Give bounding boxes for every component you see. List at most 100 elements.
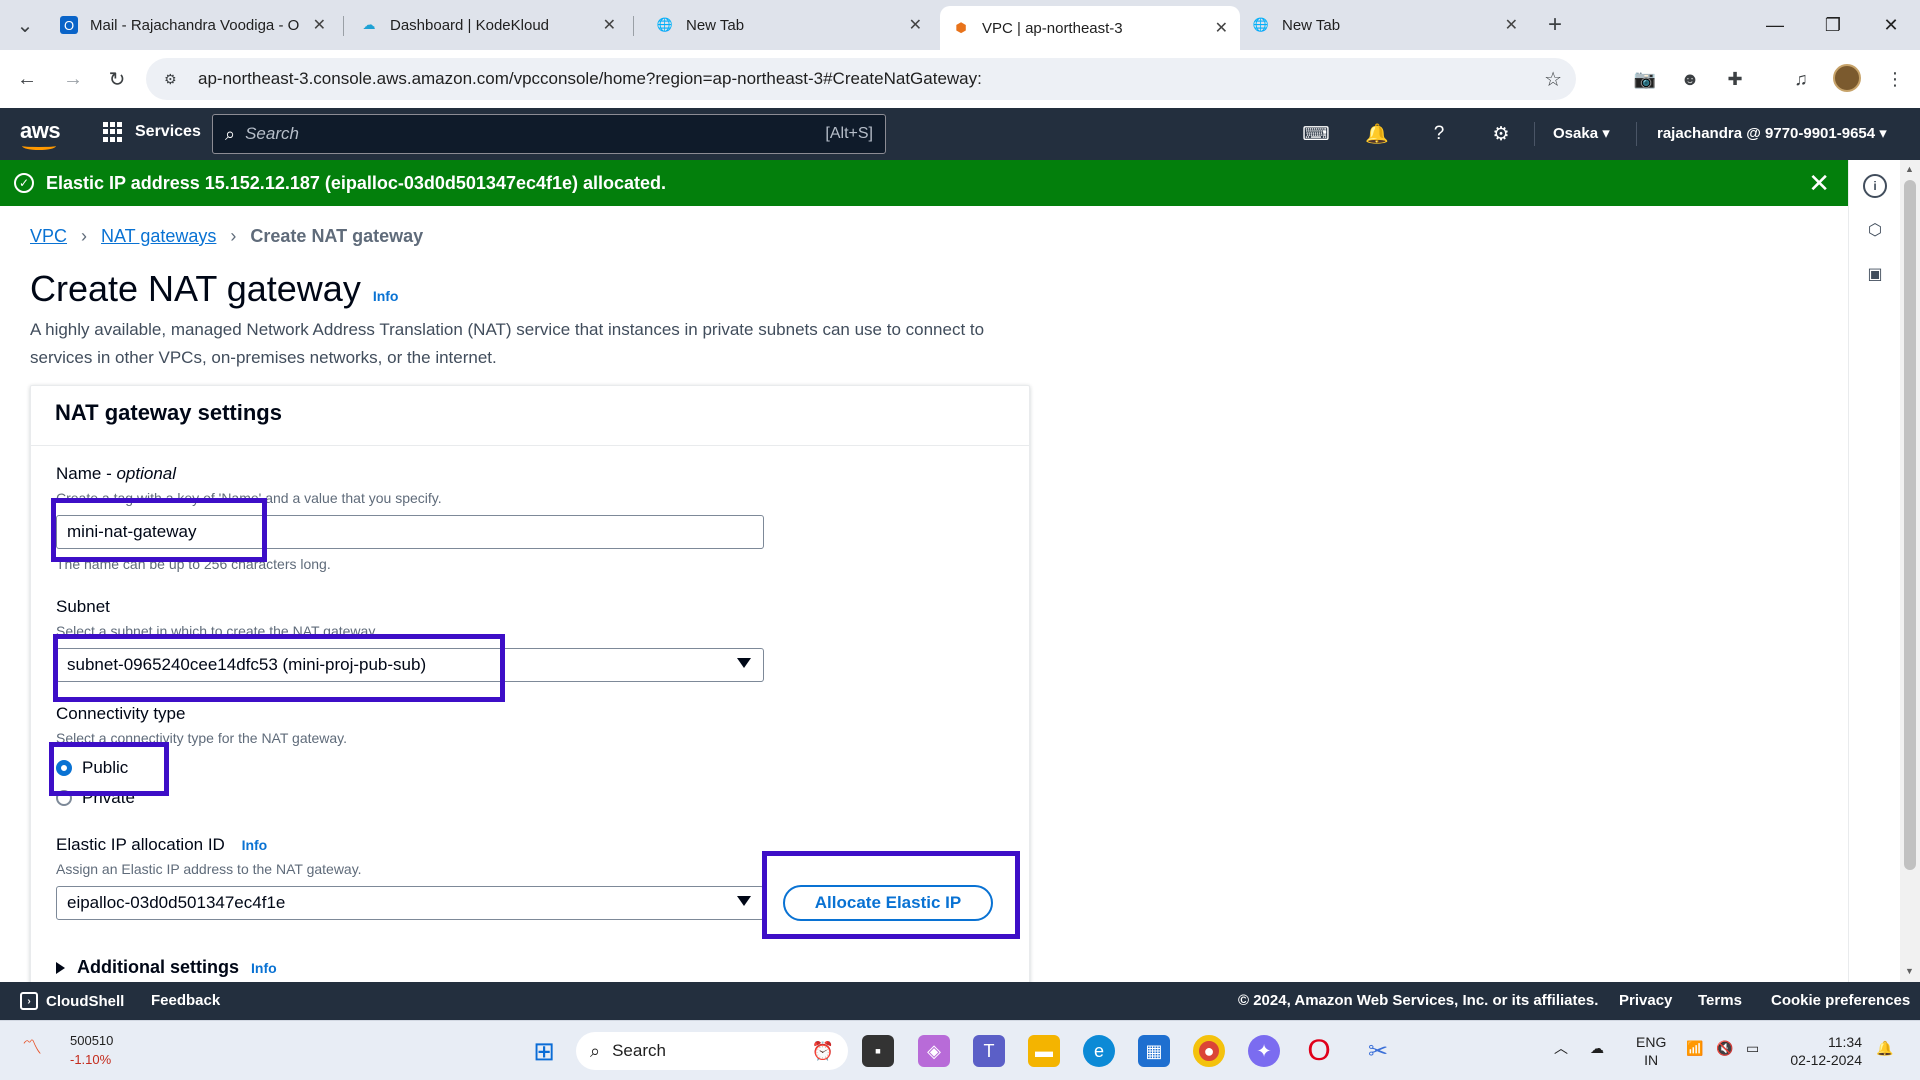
browser-tab-newtab-2[interactable]: 🌐 New Tab ✕ <box>1240 8 1530 42</box>
account-menu[interactable]: rajachandra @ 9770-9901-9654 ▾ <box>1657 124 1887 142</box>
breadcrumb-current: Create NAT gateway <box>250 226 424 246</box>
caret-down-icon <box>737 658 751 668</box>
menu-icon[interactable]: ⋮ <box>1880 64 1910 94</box>
feedback-link[interactable]: Feedback <box>151 992 220 1009</box>
tab-search-button[interactable]: ⌄ <box>10 10 40 40</box>
copyright-text: © 2024, Amazon Web Services, Inc. or its… <box>1238 992 1599 1009</box>
taskbar-search[interactable]: ⌕ Search ⏰ <box>576 1032 848 1070</box>
breadcrumb-vpc-link[interactable]: VPC <box>30 226 67 247</box>
page-scrollbar[interactable]: ▲ ▼ <box>1900 160 1920 982</box>
clock[interactable]: 11:34 02-12-2024 <box>1786 1033 1862 1069</box>
nav-divider <box>1636 122 1637 146</box>
caret-right-icon <box>56 961 65 974</box>
copilot-icon[interactable]: ◈ <box>918 1035 950 1067</box>
close-tab-icon[interactable]: ✕ <box>603 15 616 35</box>
right-utility-rail: i ⬡ ▣ <box>1848 160 1900 982</box>
eip-info-link[interactable]: Info <box>242 837 268 853</box>
feedback-panel-icon[interactable]: ▣ <box>1863 262 1887 286</box>
camera-icon[interactable]: 📷 <box>1630 64 1660 94</box>
media-controls-icon[interactable]: ♫ <box>1786 64 1816 94</box>
page-info-link[interactable]: Info <box>373 288 399 304</box>
terms-link[interactable]: Terms <box>1698 992 1742 1009</box>
notifications-bell-icon[interactable]: 🔔 <box>1363 120 1391 148</box>
outlook-icon: O <box>60 16 78 34</box>
additional-info-link[interactable]: Info <box>251 960 277 976</box>
bookmark-star-icon[interactable]: ☆ <box>1544 67 1562 92</box>
show-hidden-icons-icon[interactable]: ︿ <box>1554 1039 1568 1057</box>
breadcrumb: VPC › NAT gateways › Create NAT gateway <box>30 226 423 247</box>
browser-tab-mail[interactable]: O Mail - Rajachandra Voodiga - O ✕ <box>48 8 338 42</box>
task-view-icon[interactable]: ▪ <box>862 1035 894 1067</box>
scroll-down-icon[interactable]: ▼ <box>1905 966 1914 976</box>
highlight-box-subnet <box>53 634 505 702</box>
cookie-preferences-link[interactable]: Cookie preferences <box>1771 992 1910 1009</box>
breadcrumb-nat-gateways-link[interactable]: NAT gateways <box>101 226 216 247</box>
copilot-app-icon[interactable]: ✦ <box>1248 1035 1280 1067</box>
privacy-link[interactable]: Privacy <box>1619 992 1672 1009</box>
region-selector[interactable]: Osaka ▾ <box>1553 124 1610 142</box>
windows-taskbar: 〽 500510 -1.10% ⊞ ⌕ Search ⏰ ▪ ◈ T ▬ e ▦… <box>0 1020 1920 1080</box>
aws-smile-icon <box>22 142 56 150</box>
browser-tab-newtab[interactable]: 🌐 New Tab ✕ <box>644 8 934 42</box>
opera-icon[interactable]: O <box>1303 1034 1335 1067</box>
reload-icon[interactable]: ↻ <box>102 64 132 94</box>
battery-icon[interactable]: ▭ <box>1746 1039 1759 1057</box>
forward-icon[interactable]: → <box>58 64 88 94</box>
stock-widget[interactable]: 〽 500510 -1.10% <box>22 1031 113 1069</box>
cloudshell-button[interactable]: › CloudShell <box>20 992 124 1010</box>
file-explorer-icon[interactable]: ▬ <box>1028 1035 1060 1067</box>
stock-chart-icon: 〽 <box>22 1037 42 1059</box>
close-tab-icon[interactable]: ✕ <box>1505 15 1518 35</box>
caret-down-icon <box>737 896 751 906</box>
aws-logo[interactable]: aws <box>20 118 61 150</box>
additional-settings-expander[interactable]: Additional settings Info <box>56 957 277 978</box>
snipping-tool-icon[interactable]: ✂ <box>1362 1035 1394 1067</box>
address-bar[interactable]: ⚙ ap-northeast-3.console.aws.amazon.com/… <box>146 58 1576 100</box>
notifications-icon[interactable]: 🔔 <box>1876 1039 1893 1057</box>
grid-icon <box>103 122 123 142</box>
extensions-icon[interactable]: ✚ <box>1720 64 1750 94</box>
speaker-muted-icon[interactable]: 🔇 <box>1716 1039 1733 1057</box>
wifi-icon[interactable]: 📶 <box>1686 1039 1703 1057</box>
language-indicator[interactable]: ENG IN <box>1636 1033 1666 1069</box>
microsoft-store-icon[interactable]: ▦ <box>1138 1035 1170 1067</box>
teams-icon[interactable]: T <box>973 1035 1005 1067</box>
minimize-icon[interactable]: — <box>1746 0 1804 50</box>
profile-avatar[interactable] <box>1833 64 1861 92</box>
browser-tab-vpc[interactable]: ⬢ VPC | ap-northeast-3 ✕ <box>940 6 1240 50</box>
windows-start-icon[interactable]: ⊞ <box>528 1035 560 1067</box>
window-controls: — ❐ ✕ <box>1746 0 1920 50</box>
edge-icon[interactable]: e <box>1083 1035 1115 1067</box>
site-info-icon[interactable]: ⚙ <box>164 71 184 88</box>
extension-face-icon[interactable]: ☻ <box>1675 64 1705 94</box>
browser-tab-kodekloud[interactable]: ☁ Dashboard | KodeKloud ✕ <box>348 8 628 42</box>
new-tab-button[interactable]: + <box>1540 10 1570 40</box>
eip-select[interactable]: eipalloc-03d0d501347ec4f1e <box>56 886 764 920</box>
cloudshell-icon[interactable]: ⌨ <box>1302 120 1330 148</box>
eip-description: Assign an Elastic IP address to the NAT … <box>56 861 362 877</box>
back-icon[interactable]: ← <box>12 64 42 94</box>
highlight-box-allocate <box>762 851 1020 939</box>
aws-search-bar[interactable]: ⌕ [Alt+S] <box>212 114 886 154</box>
close-tab-icon[interactable]: ✕ <box>909 15 922 35</box>
close-tab-icon[interactable]: ✕ <box>1215 18 1228 38</box>
aws-search-input[interactable] <box>245 124 826 144</box>
tutorials-icon[interactable]: ⬡ <box>1863 218 1887 242</box>
scroll-up-icon[interactable]: ▲ <box>1905 164 1914 174</box>
chrome-icon[interactable]: ● <box>1193 1035 1225 1067</box>
chevron-right-icon: › <box>230 226 237 246</box>
close-tab-icon[interactable]: ✕ <box>313 15 326 35</box>
settings-gear-icon[interactable]: ⚙ <box>1487 120 1515 148</box>
close-window-icon[interactable]: ✕ <box>1862 0 1920 50</box>
restore-icon[interactable]: ❐ <box>1804 0 1862 50</box>
services-menu-button[interactable]: Services <box>103 122 201 142</box>
scrollbar-thumb[interactable] <box>1904 180 1916 870</box>
globe-icon: 🌐 <box>1252 17 1270 32</box>
aws-vpc-icon: ⬢ <box>955 20 967 35</box>
page-description: A highly available, managed Network Addr… <box>30 320 985 367</box>
highlight-box-name <box>51 498 267 562</box>
help-icon[interactable]: ? <box>1425 120 1453 148</box>
onedrive-icon[interactable]: ☁ <box>1590 1039 1604 1057</box>
info-panel-icon[interactable]: i <box>1863 174 1887 198</box>
close-icon[interactable]: ✕ <box>1808 168 1830 199</box>
